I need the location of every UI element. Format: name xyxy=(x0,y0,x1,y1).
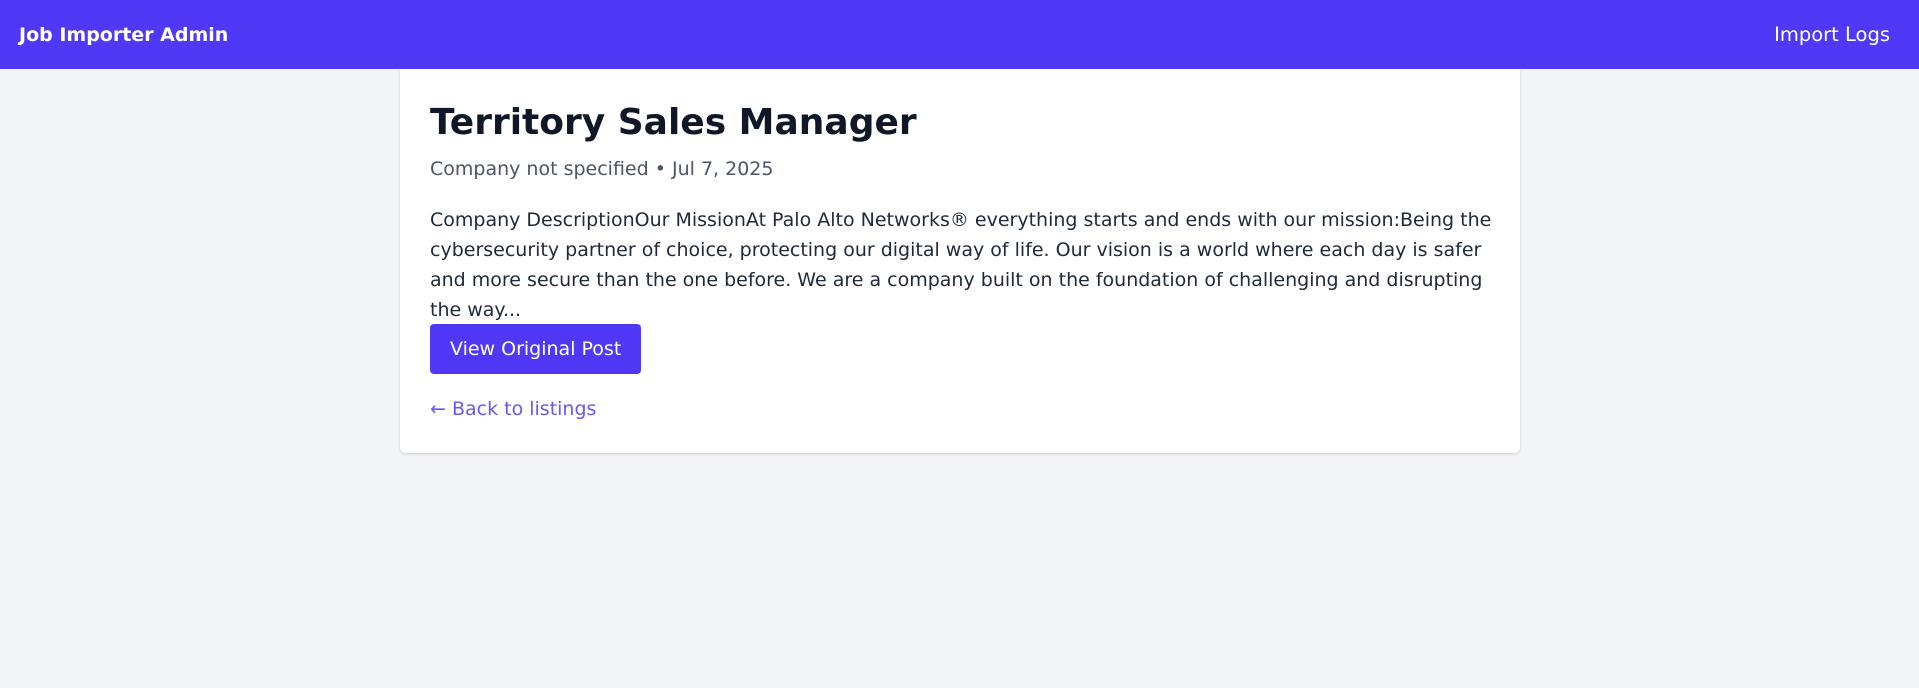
meta-separator: • xyxy=(654,158,666,180)
import-logs-link[interactable]: Import Logs xyxy=(1774,23,1890,46)
company-name: Company not specified xyxy=(430,158,649,180)
brand-title[interactable]: Job Importer Admin xyxy=(19,24,228,46)
job-description: Company DescriptionOur MissionAt Palo Al… xyxy=(430,209,1492,321)
posted-date: Jul 7, 2025 xyxy=(672,158,774,180)
job-title: Territory Sales Manager xyxy=(430,102,917,143)
view-original-post-button[interactable]: View Original Post xyxy=(430,324,642,374)
job-detail-card: Territory Sales Manager Company not spec… xyxy=(400,69,1520,453)
job-meta: Company not specified • Jul 7, 2025 xyxy=(430,158,774,180)
back-to-listings-link[interactable]: ← Back to listings xyxy=(430,398,596,420)
top-navbar: Job Importer Admin Import Logs xyxy=(0,0,1919,69)
